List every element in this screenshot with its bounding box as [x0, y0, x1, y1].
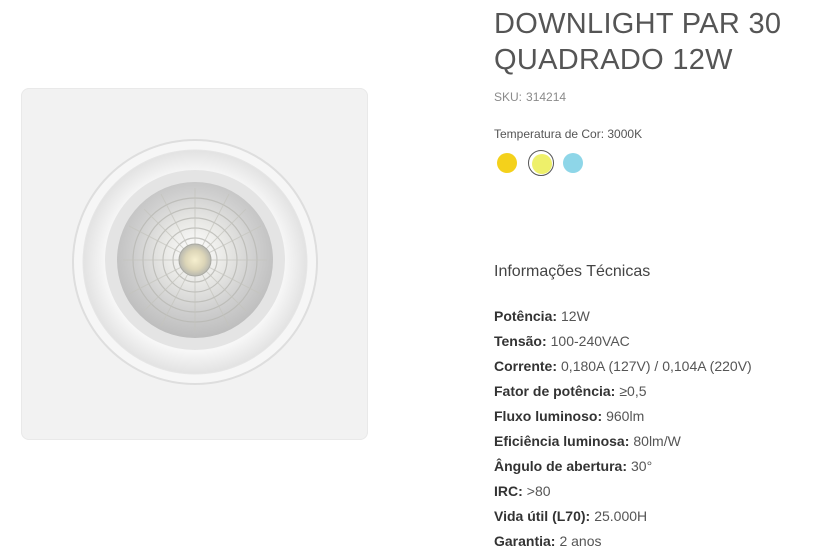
- spec-label: Fluxo luminoso:: [494, 408, 603, 424]
- sku-label: SKU:: [494, 90, 523, 104]
- spec-label: Corrente:: [494, 358, 558, 374]
- spec-value: 0,180A (127V) / 0,104A (220V): [561, 358, 752, 374]
- spec-row: Potência: 12W: [494, 304, 752, 329]
- spec-row: Tensão: 100-240VAC: [494, 329, 752, 354]
- spec-row: Fluxo luminoso: 960lm: [494, 404, 752, 429]
- technical-info-heading: Informações Técnicas: [494, 263, 651, 280]
- swatch-warm-dot: [532, 154, 552, 174]
- spec-value: 960lm: [606, 408, 645, 424]
- spec-label: Vida útil (L70):: [494, 508, 591, 524]
- spec-label: Tensão:: [494, 333, 547, 349]
- spec-value: >80: [526, 483, 551, 499]
- spec-value: 12W: [561, 308, 590, 324]
- product-title-line-1: DOWNLIGHT PAR 30: [494, 8, 782, 40]
- spec-label: Ângulo de abertura:: [494, 458, 628, 474]
- sku: SKU: 314214: [494, 90, 566, 104]
- spec-label: IRC:: [494, 483, 523, 499]
- spec-label: Fator de potência:: [494, 383, 616, 399]
- spec-row: Ângulo de abertura: 30°: [494, 454, 752, 479]
- spec-label: Eficiência luminosa:: [494, 433, 630, 449]
- sku-value: 314214: [526, 90, 567, 104]
- swatch-cool-dot: [563, 153, 583, 173]
- product-image[interactable]: [21, 88, 368, 440]
- swatch-yellow[interactable]: [494, 150, 520, 176]
- spec-row: IRC: >80: [494, 479, 752, 504]
- spec-label: Potência:: [494, 308, 558, 324]
- swatch-cool[interactable]: [560, 150, 586, 176]
- spec-value: 100-240VAC: [550, 333, 630, 349]
- spec-value: 80lm/W: [633, 433, 681, 449]
- spec-row: Corrente: 0,180A (127V) / 0,104A (220V): [494, 354, 752, 379]
- spec-value: 2 anos: [559, 533, 602, 549]
- spec-row: Eficiência luminosa: 80lm/W: [494, 429, 752, 454]
- spec-row: Vida útil (L70): 25.000H: [494, 504, 752, 529]
- spec-value: ≥0,5: [619, 383, 647, 399]
- technical-specs-list: Potência: 12W Tensão: 100-240VAC Corrente:…: [494, 304, 752, 554]
- spec-value: 25.000H: [594, 508, 648, 524]
- spec-row: Garantia: 2 anos: [494, 529, 752, 554]
- spec-label: Garantia:: [494, 533, 556, 549]
- swatch-warm[interactable]: [528, 150, 554, 176]
- color-temperature-label: Temperatura de Cor: 3000K: [494, 127, 643, 141]
- downlight-product-icon: [72, 139, 318, 385]
- spec-row: Fator de potência: ≥0,5: [494, 379, 752, 404]
- spec-value: 30°: [631, 458, 653, 474]
- swatch-yellow-dot: [497, 153, 517, 173]
- product-title-line-2: QUADRADO 12W: [494, 44, 733, 76]
- product-title: DOWNLIGHT PAR 30 QUADRADO 12W: [494, 6, 814, 78]
